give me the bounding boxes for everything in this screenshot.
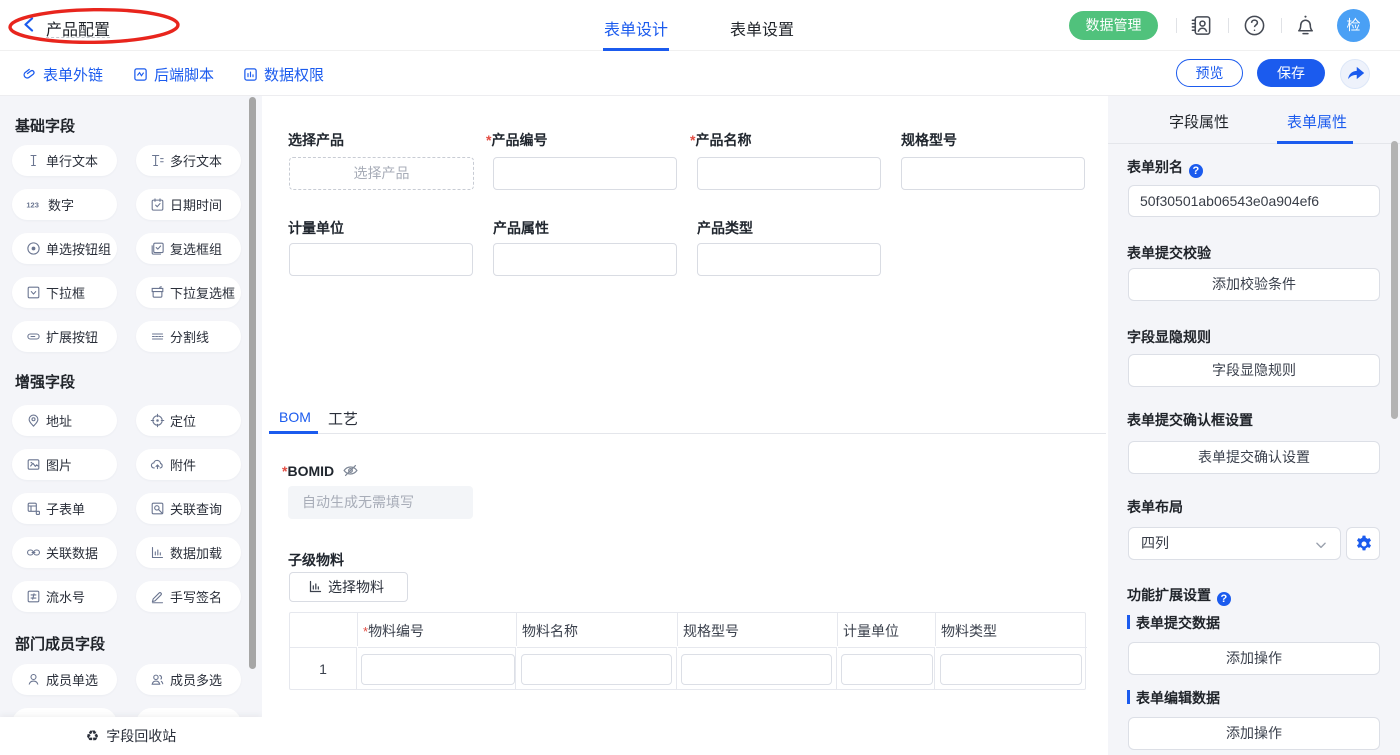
svg-text:123: 123 <box>26 201 39 210</box>
